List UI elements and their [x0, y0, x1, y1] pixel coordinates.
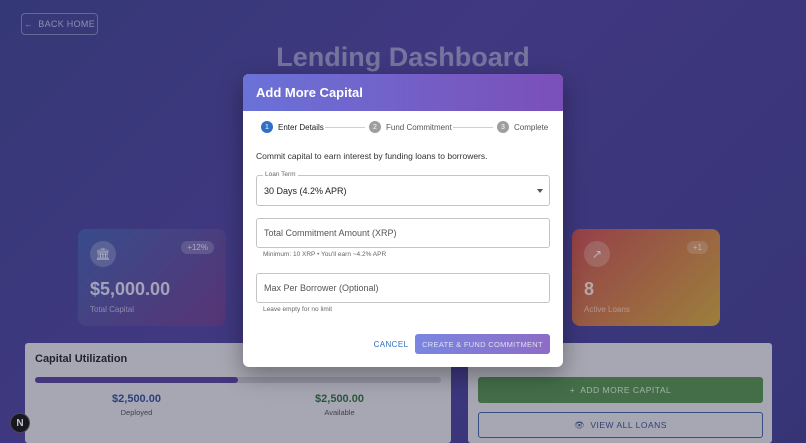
stepper: 1 Enter Details 2 Fund Commitment 3 Comp… [257, 111, 549, 141]
step-number: 3 [497, 121, 509, 133]
loan-term-select[interactable]: Loan Term 30 Days (4.2% APR) [256, 171, 550, 206]
create-fund-commitment-button[interactable]: CREATE & FUND COMMITMENT [415, 334, 550, 354]
max-per-borrower-placeholder: Max Per Borrower (Optional) [264, 283, 379, 293]
chevron-down-icon [537, 189, 543, 193]
step-connector [453, 127, 493, 128]
add-capital-modal: Add More Capital 1 Enter Details 2 Fund … [243, 74, 563, 367]
step-connector [325, 127, 365, 128]
loan-term-value: 30 Days (4.2% APR) [264, 185, 347, 196]
modal-intro-text: Commit capital to earn interest by fundi… [256, 151, 488, 161]
step-enter-details: 1 Enter Details [261, 121, 324, 133]
step-label: Enter Details [278, 122, 324, 132]
modal-title: Add More Capital [243, 74, 563, 111]
step-label: Complete [514, 122, 549, 132]
commitment-amount-placeholder: Total Commitment Amount (XRP) [264, 228, 397, 238]
step-complete: 3 Complete [497, 121, 548, 133]
loan-term-label: Loan Term [263, 171, 298, 178]
commitment-amount-input[interactable]: Total Commitment Amount (XRP) [256, 218, 550, 248]
commitment-amount-helper: Minimum: 10 XRP • You'll earn ~4.2% APR [263, 251, 387, 258]
step-fund-commitment: 2 Fund Commitment [369, 121, 452, 133]
step-number: 2 [369, 121, 381, 133]
step-label: Fund Commitment [386, 122, 452, 132]
step-number: 1 [261, 121, 273, 133]
cancel-button[interactable]: CANCEL [371, 336, 411, 352]
max-per-borrower-helper: Leave empty for no limit [263, 306, 333, 313]
max-per-borrower-input[interactable]: Max Per Borrower (Optional) [256, 273, 550, 303]
